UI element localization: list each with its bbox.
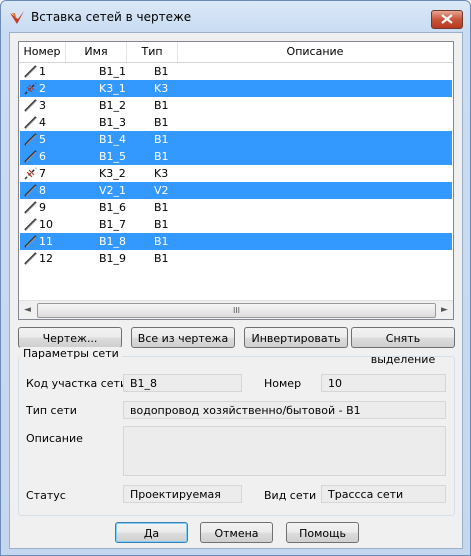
pipe-line-icon	[24, 133, 37, 146]
header-type[interactable]: Тип	[127, 42, 178, 62]
description-field[interactable]	[123, 426, 446, 476]
row-number: 10	[39, 218, 53, 231]
cable-line-icon	[24, 82, 37, 95]
number-field[interactable]: 10	[321, 374, 446, 392]
row-type: B1	[154, 133, 169, 146]
row-name: B1_2	[99, 99, 127, 112]
header-description[interactable]: Описание	[178, 42, 452, 62]
table-row[interactable]: 7 K3_2 K3	[20, 165, 452, 182]
row-name: B1_6	[99, 201, 127, 214]
row-number: 1	[39, 65, 46, 78]
row-number: 7	[39, 167, 46, 180]
row-name: B1_5	[99, 150, 127, 163]
table-header: Номер Имя Тип Описание	[19, 42, 453, 63]
pipe-line-icon	[24, 218, 37, 231]
all-from-drawing-button[interactable]: Все из чертежа	[131, 327, 235, 348]
row-number: 8	[39, 184, 46, 197]
cancel-button[interactable]: Отмена	[200, 522, 273, 543]
row-number: 4	[39, 116, 46, 129]
scroll-right-arrow-icon[interactable]: ►	[436, 301, 453, 319]
ok-button[interactable]: Да	[115, 522, 188, 543]
clear-selection-button[interactable]: Снять выделение	[351, 327, 455, 366]
pipe-line-icon	[24, 201, 37, 214]
row-number: 5	[39, 133, 46, 146]
group-title: Параметры сети	[20, 347, 122, 360]
cable-line-icon	[24, 167, 37, 180]
code-label: Код участка сети	[26, 377, 128, 390]
close-button[interactable]	[431, 10, 463, 29]
pipe-line-icon	[24, 150, 37, 163]
networks-table[interactable]: Номер Имя Тип Описание 1 B1_1 B1 2 K3_1 K3 3 B1…	[18, 41, 454, 320]
row-type: V2	[154, 184, 169, 197]
help-button[interactable]: Помощь	[286, 522, 359, 543]
header-name[interactable]: Имя	[66, 42, 127, 62]
row-name: K3_1	[99, 82, 126, 95]
table-row[interactable]: 4 B1_3 B1	[20, 114, 452, 131]
app-logo-icon	[10, 11, 24, 24]
table-row[interactable]: 6 B1_5 B1	[20, 148, 452, 165]
type-label: Тип сети	[26, 404, 77, 417]
pipe-line-icon	[24, 252, 37, 265]
row-name: B1_8	[99, 235, 127, 248]
row-number: 3	[39, 99, 46, 112]
code-field[interactable]: B1_8	[123, 374, 242, 392]
row-number: 12	[39, 252, 53, 265]
row-type: B1	[154, 252, 169, 265]
status-field[interactable]: Проектируемая	[123, 485, 242, 503]
drawing-button[interactable]: Чертеж...	[18, 327, 122, 348]
close-icon	[441, 14, 453, 24]
pipe-line-icon	[24, 116, 37, 129]
table-row[interactable]: 11 B1_8 B1	[20, 233, 452, 250]
row-name: B1_4	[99, 133, 127, 146]
row-type: K3	[154, 82, 169, 95]
network-view-field[interactable]: Трассса сети	[321, 485, 446, 503]
horizontal-scrollbar[interactable]: ◄ III ►	[19, 300, 453, 319]
table-row[interactable]: 8 V2_1 V2	[20, 182, 452, 199]
table-row[interactable]: 5 B1_4 B1	[20, 131, 452, 148]
table-row[interactable]: 10 B1_7 B1	[20, 216, 452, 233]
header-number[interactable]: Номер	[19, 42, 66, 62]
table-row[interactable]: 2 K3_1 K3	[20, 80, 452, 97]
pipe-line-icon	[24, 65, 37, 78]
scroll-left-arrow-icon[interactable]: ◄	[19, 301, 36, 319]
row-name: B1_9	[99, 252, 127, 265]
row-name: K3_2	[99, 167, 126, 180]
row-name: B1_1	[99, 65, 127, 78]
table-row[interactable]: 12 B1_9 B1	[20, 250, 452, 267]
table-row[interactable]: 3 B1_2 B1	[20, 97, 452, 114]
pipe-line-icon	[24, 184, 37, 197]
row-number: 2	[39, 82, 46, 95]
type-field[interactable]: водопровод хозяйственно/бытовой - B1	[123, 401, 446, 419]
row-number: 9	[39, 201, 46, 214]
row-type: B1	[154, 65, 169, 78]
row-type: B1	[154, 201, 169, 214]
title-bar[interactable]: Вставка сетей в чертеже	[1, 1, 470, 33]
table-row[interactable]: 9 B1_6 B1	[20, 199, 452, 216]
row-type: B1	[154, 116, 169, 129]
dialog-client: Номер Имя Тип Описание 1 B1_1 B1 2 K3_1 K3 3 B1…	[9, 32, 463, 549]
row-name: V2_1	[99, 184, 127, 197]
status-label: Статус	[26, 489, 66, 502]
row-type: B1	[154, 150, 169, 163]
row-number: 6	[39, 150, 46, 163]
row-type: B1	[154, 99, 169, 112]
description-label: Описание	[26, 432, 83, 445]
dialog-window: Вставка сетей в чертеже Номер Имя Тип Оп…	[0, 0, 471, 556]
table-row[interactable]: 1 B1_1 B1	[20, 63, 452, 80]
row-type: B1	[154, 235, 169, 248]
window-title: Вставка сетей в чертеже	[31, 10, 192, 24]
network-view-label: Вид сети	[264, 489, 317, 502]
row-type: B1	[154, 218, 169, 231]
scroll-thumb[interactable]: III	[37, 303, 436, 318]
row-number: 11	[39, 235, 53, 248]
invert-button[interactable]: Инвертировать	[244, 327, 348, 348]
number-label: Номер	[264, 377, 302, 390]
pipe-line-icon	[24, 235, 37, 248]
row-name: B1_3	[99, 116, 127, 129]
pipe-line-icon	[24, 99, 37, 112]
row-type: K3	[154, 167, 169, 180]
row-name: B1_7	[99, 218, 127, 231]
